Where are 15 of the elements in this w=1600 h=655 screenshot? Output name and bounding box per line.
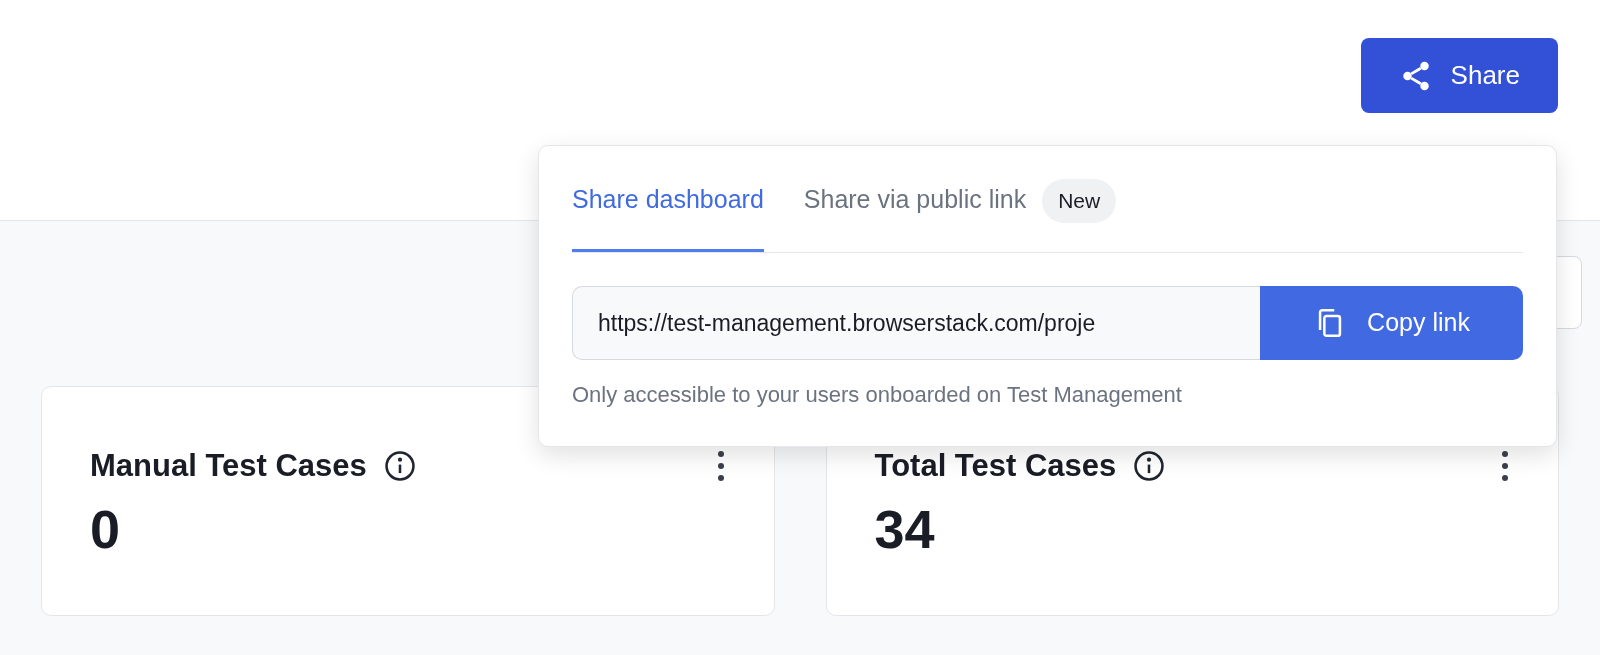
card-title: Total Test Cases xyxy=(874,447,1117,485)
share-button[interactable]: Share xyxy=(1360,38,1558,113)
more-options-icon[interactable] xyxy=(715,450,726,483)
copy-link-button[interactable]: Copy link xyxy=(1260,286,1523,360)
info-icon[interactable] xyxy=(382,449,417,484)
more-options-icon[interactable] xyxy=(1500,450,1510,483)
tab[interactable]: Share via public link xyxy=(803,164,1027,252)
access-note: Only accessible to your users onboarded on Test Management xyxy=(572,381,1183,409)
metric-value: 34 xyxy=(874,501,936,556)
link-field[interactable]: https://test-management.browserstack.com/proje xyxy=(572,286,1260,360)
tab[interactable]: Share dashboard xyxy=(572,164,764,252)
info-icon[interactable] xyxy=(1132,449,1167,484)
metric-value: 0 xyxy=(90,501,122,556)
new-badge: New xyxy=(1042,179,1117,223)
card-title: Manual Test Cases xyxy=(90,447,367,485)
